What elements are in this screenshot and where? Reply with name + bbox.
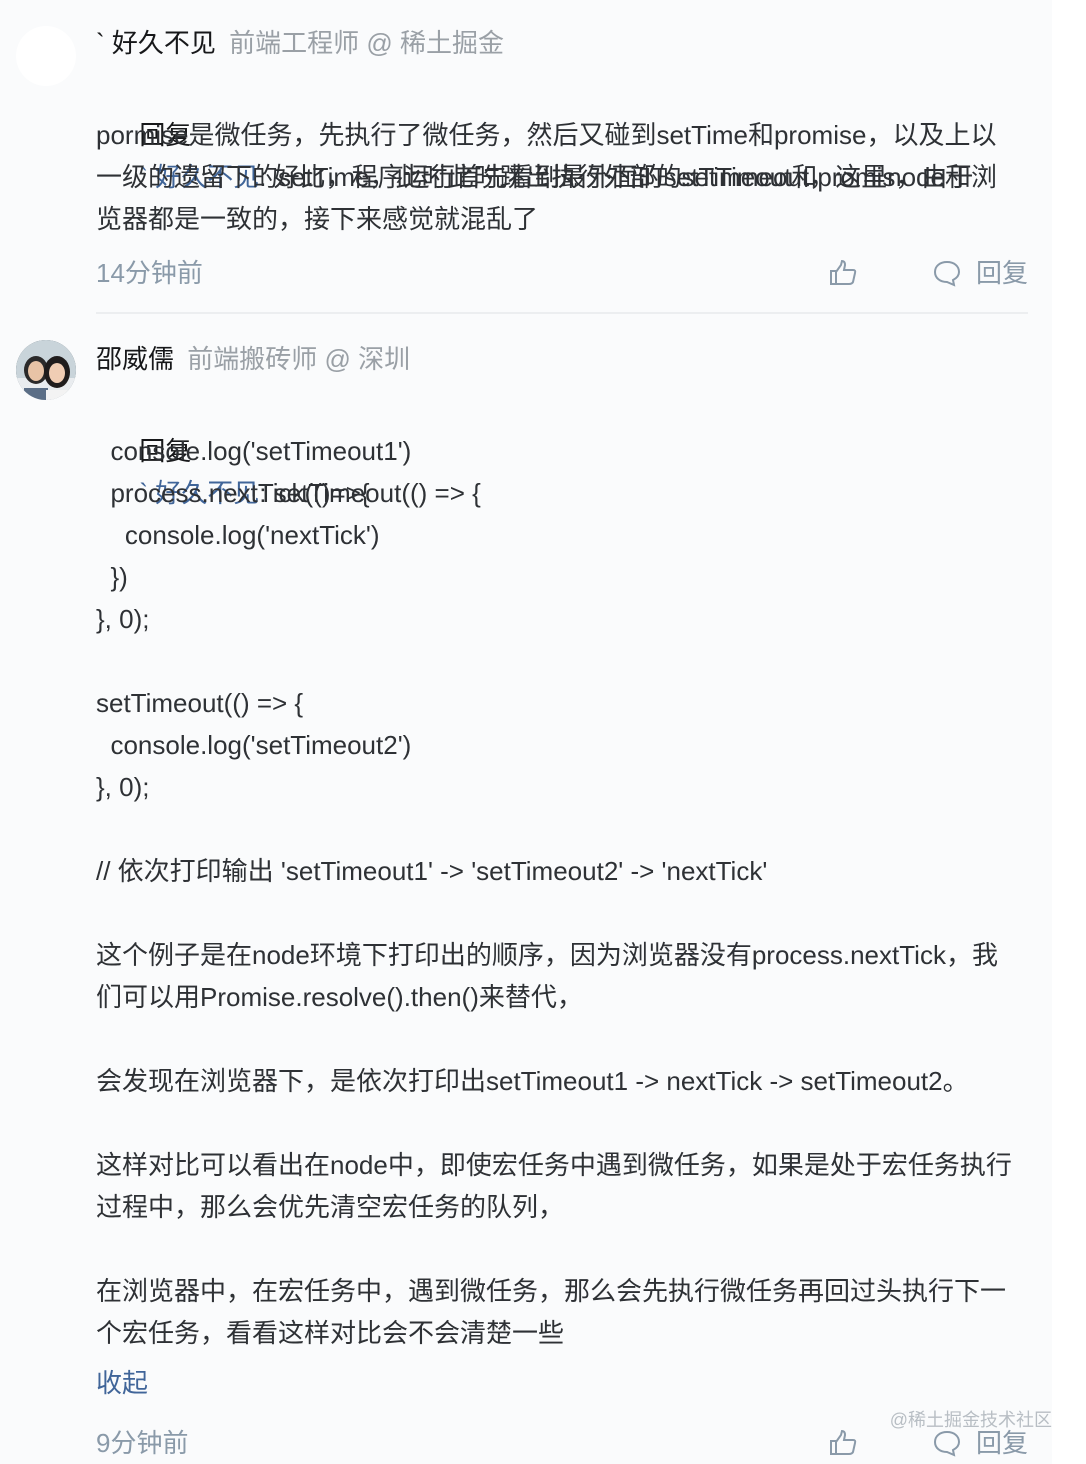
paragraph-line: 个宏任务，看看这样对比会不会清楚一些 <box>96 1318 565 1348</box>
code-line: }, 0); <box>96 604 150 634</box>
code-line: console.log('nextTick') <box>96 520 380 550</box>
comment-body: 回复 ` 好久不见: setTimeout(() => { console.lo… <box>96 388 1016 1354</box>
comment-2: 邵威儒 前端搬砖师 @ 深圳 回复 ` 好久不见: setTimeout(() … <box>0 316 1052 1464</box>
comment-text-line: pormise是微任务，先执行了微任务，然后又碰到setTime和promise… <box>96 120 997 150</box>
code-line: console.log('setTimeout1') <box>96 436 412 466</box>
thumbs-up-icon[interactable] <box>828 258 858 288</box>
comment-text-line: 一级的遗留下的setTime，此时此时跳出执行外部的setTimeout，这里n… <box>96 162 997 192</box>
code-line: setTimeout(() => { <box>96 688 304 718</box>
comment-body: 回复 ` 好久不见: 好比，程序运行首先看到最外面的setTimeout和pro… <box>96 72 1016 240</box>
paragraph-line: 过程中，那么会优先清空宏任务的队列， <box>96 1192 565 1222</box>
code-comment-line: // 依次打印输出 'setTimeout1' -> 'setTimeout2'… <box>96 856 768 886</box>
author-name[interactable]: 邵威儒 <box>96 344 174 374</box>
author-title: 前端工程师 @ 稀土掘金 <box>229 28 504 58</box>
comment-bubble-icon[interactable] <box>932 1428 962 1458</box>
watermark: @稀土掘金技术社区 <box>889 1410 1052 1430</box>
paragraph-line: 这个例子是在node环境下打印出的顺序，因为浏览器没有process.nextT… <box>96 940 998 970</box>
code-line: console.log('setTimeout2') <box>96 730 412 760</box>
comment-time: 9分钟前 <box>96 1428 189 1458</box>
paragraph-line: 们可以用Promise.resolve().then()来替代， <box>96 982 583 1012</box>
comment-text-line: 览器都是一致的，接下来感觉就混乱了 <box>96 204 539 234</box>
paragraph-line: 在浏览器中，在宏任务中，遇到微任务，那么会先执行微任务再回过头执行下一 <box>96 1276 1007 1306</box>
avatar[interactable] <box>16 26 76 86</box>
code-line: process.nextTick(()=>{ <box>96 478 370 508</box>
comment-time: 14分钟前 <box>96 258 203 288</box>
avatar[interactable] <box>16 340 76 400</box>
paragraph-line: 这样对比可以看出在node中，即使宏任务中遇到微任务，如果是处于宏任务执行 <box>96 1150 1012 1180</box>
comment-meta: ` 好久不见 前端工程师 @ 稀土掘金 <box>96 26 504 60</box>
comment-1: ` 好久不见 前端工程师 @ 稀土掘金 回复 ` 好久不见: 好比，程序运行首先… <box>0 0 1052 316</box>
thumbs-up-icon[interactable] <box>828 1428 858 1458</box>
comment-bubble-icon[interactable] <box>932 258 962 288</box>
comment-divider <box>96 312 1028 314</box>
author-name[interactable]: ` 好久不见 <box>96 28 216 58</box>
author-title: 前端搬砖师 @ 深圳 <box>187 344 411 374</box>
code-line: }, 0); <box>96 772 150 802</box>
code-line: }) <box>96 562 128 592</box>
right-gutter <box>1052 0 1086 1464</box>
paragraph-line: 会发现在浏览器下，是依次打印出setTimeout1 -> nextTick -… <box>96 1066 969 1096</box>
collapse-link[interactable]: 收起 <box>96 1366 148 1400</box>
comment-meta: 邵威儒 前端搬砖师 @ 深圳 <box>96 342 410 376</box>
reply-button[interactable]: 回复 <box>976 256 1028 290</box>
